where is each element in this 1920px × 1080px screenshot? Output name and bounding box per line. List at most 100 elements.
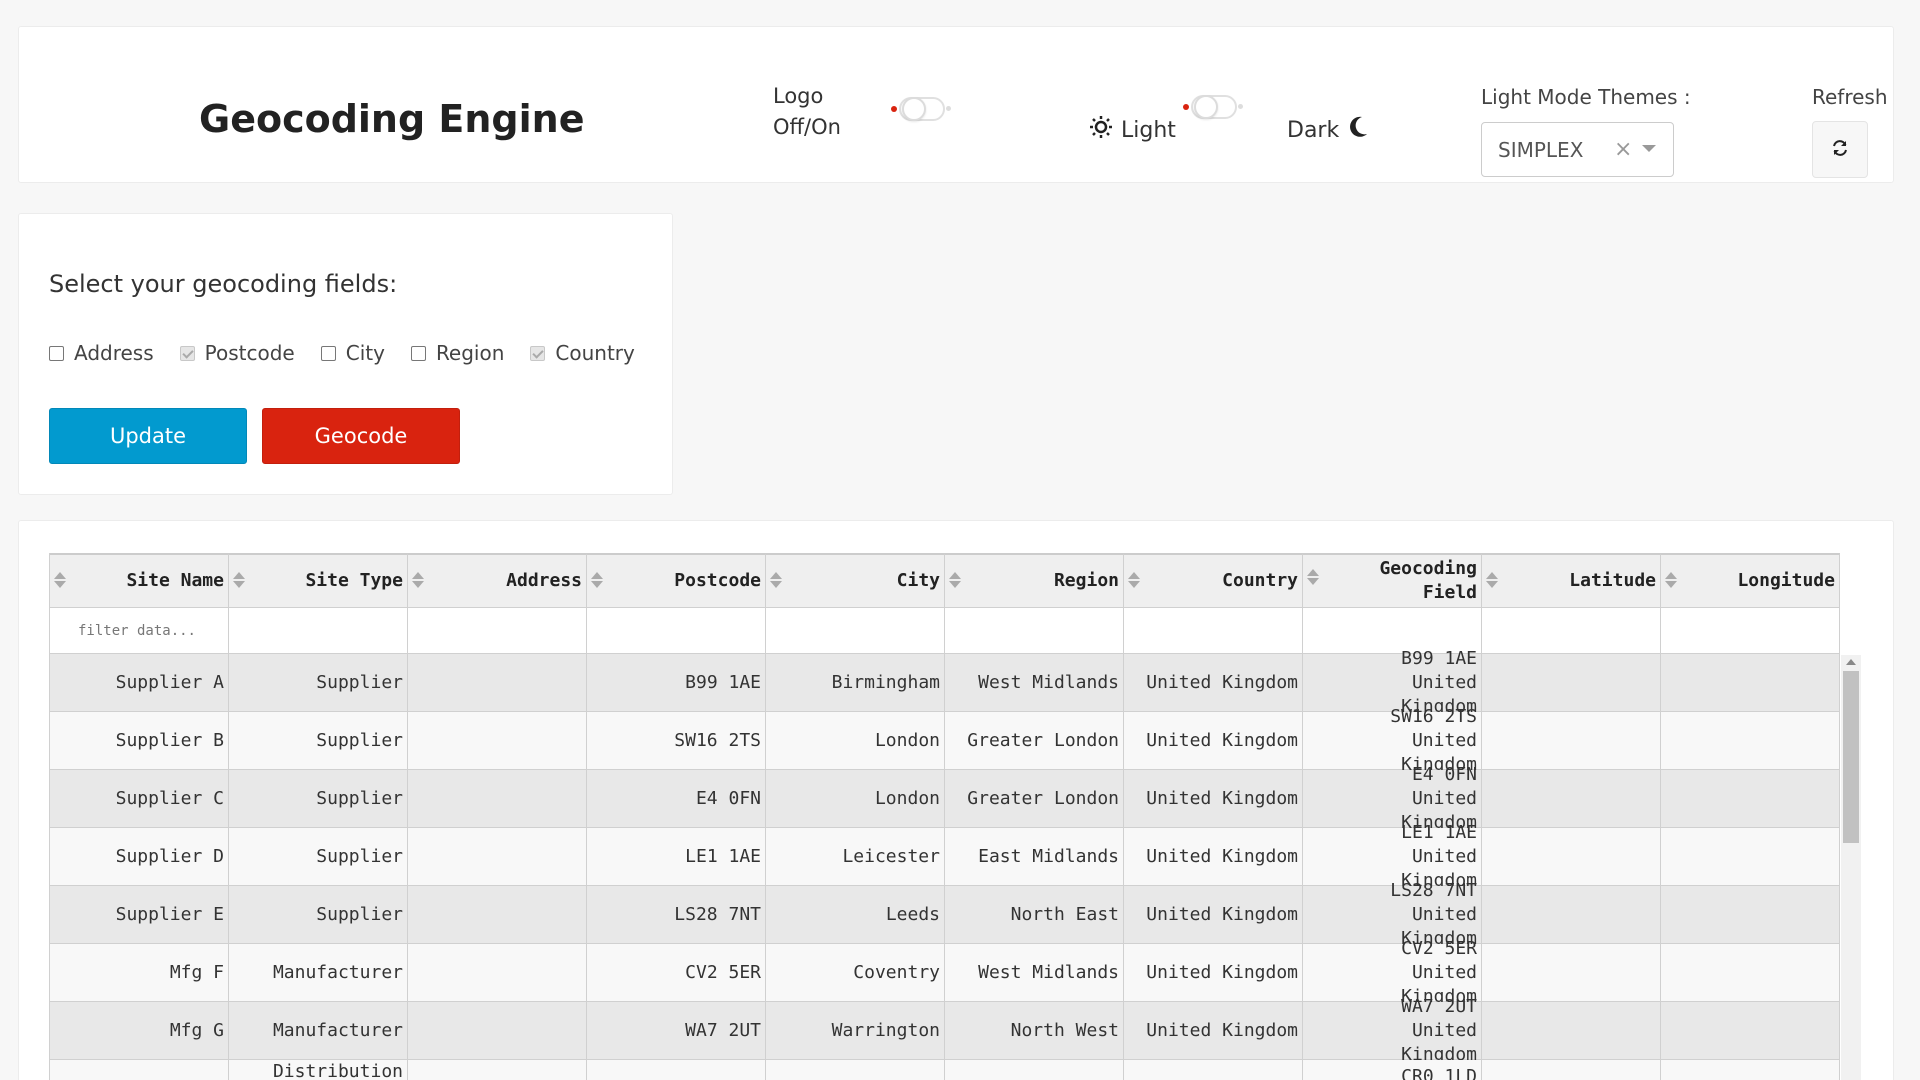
column-header[interactable]: Region bbox=[945, 553, 1124, 608]
table-cell[interactable] bbox=[1482, 828, 1661, 886]
table-cell[interactable]: Leeds bbox=[766, 886, 945, 944]
table-cell[interactable] bbox=[408, 654, 587, 712]
table-cell[interactable]: Supplier B bbox=[50, 712, 229, 770]
table-cell[interactable]: LS28 7NT United Kingdom bbox=[1303, 880, 1482, 949]
checkbox-box[interactable] bbox=[320, 345, 336, 361]
filter-input[interactable] bbox=[1661, 608, 1840, 654]
column-header[interactable]: Address bbox=[408, 553, 587, 608]
table-cell[interactable]: Supplier bbox=[229, 828, 408, 886]
table-cell[interactable] bbox=[1661, 654, 1840, 712]
table-cell[interactable]: West Midlands bbox=[945, 944, 1124, 1002]
table-cell[interactable] bbox=[1661, 944, 1840, 1002]
table-cell[interactable] bbox=[1661, 886, 1840, 944]
table-cell[interactable]: Birmingham bbox=[766, 654, 945, 712]
sort-icon[interactable] bbox=[412, 572, 424, 588]
sort-icon[interactable] bbox=[770, 572, 782, 588]
table-cell[interactable]: LS28 7NT bbox=[587, 886, 766, 944]
checkbox-address[interactable]: Address bbox=[49, 341, 154, 365]
filter-input[interactable] bbox=[587, 608, 766, 654]
table-cell[interactable]: Distribution bbox=[229, 1060, 408, 1080]
table-cell[interactable] bbox=[1482, 654, 1661, 712]
table-cell[interactable]: Mfg G bbox=[50, 1002, 229, 1060]
column-header[interactable]: Site Type bbox=[229, 553, 408, 608]
table-cell[interactable]: United Kingdom bbox=[1124, 828, 1303, 886]
theme-select[interactable]: SIMPLEX × bbox=[1481, 122, 1674, 177]
filter-input[interactable]: filter data... bbox=[50, 608, 229, 654]
column-header[interactable]: City bbox=[766, 553, 945, 608]
table-cell[interactable]: SW16 2TS United Kingdom bbox=[1303, 706, 1482, 775]
table-cell[interactable]: Supplier bbox=[229, 654, 408, 712]
table-cell[interactable]: London bbox=[766, 770, 945, 828]
table-cell[interactable] bbox=[408, 886, 587, 944]
column-header[interactable]: Longitude bbox=[1661, 553, 1840, 608]
clear-icon[interactable]: × bbox=[1614, 137, 1632, 162]
table-cell[interactable]: Supplier bbox=[229, 886, 408, 944]
table-cell[interactable] bbox=[408, 944, 587, 1002]
checkbox-box[interactable] bbox=[410, 345, 426, 361]
checkbox-box[interactable] bbox=[530, 345, 546, 361]
sort-icon[interactable] bbox=[1307, 569, 1319, 585]
table-cell[interactable] bbox=[408, 1060, 587, 1080]
sort-icon[interactable] bbox=[1128, 572, 1140, 588]
table-cell[interactable]: LE1 1AE bbox=[587, 828, 766, 886]
table-cell[interactable]: Manufacturer bbox=[229, 944, 408, 1002]
refresh-button[interactable] bbox=[1812, 121, 1868, 178]
table-cell[interactable]: WA7 2UT bbox=[587, 1002, 766, 1060]
table-cell[interactable]: Greater London bbox=[945, 1060, 1124, 1080]
table-cell[interactable]: London bbox=[766, 712, 945, 770]
table-cell[interactable] bbox=[1482, 1002, 1661, 1060]
table-scrollbar[interactable] bbox=[1841, 655, 1861, 1080]
table-cell[interactable] bbox=[1482, 712, 1661, 770]
column-header[interactable]: Latitude bbox=[1482, 553, 1661, 608]
table-cell[interactable]: Supplier E bbox=[50, 886, 229, 944]
table-cell[interactable] bbox=[1661, 828, 1840, 886]
table-cell[interactable]: North East bbox=[945, 886, 1124, 944]
table-cell[interactable]: Greater London bbox=[945, 770, 1124, 828]
sort-icon[interactable] bbox=[591, 572, 603, 588]
update-button[interactable]: Update bbox=[49, 408, 247, 464]
table-cell[interactable]: CV2 5ER bbox=[587, 944, 766, 1002]
table-cell[interactable]: DC 1 bbox=[50, 1060, 229, 1080]
table-cell[interactable] bbox=[1661, 1060, 1840, 1080]
filter-input[interactable] bbox=[766, 608, 945, 654]
sort-icon[interactable] bbox=[1665, 572, 1677, 588]
sort-icon[interactable] bbox=[949, 572, 961, 588]
logo-toggle-switch[interactable] bbox=[891, 95, 951, 123]
table-cell[interactable]: B99 1AE United Kingdom bbox=[1303, 648, 1482, 717]
table-cell[interactable]: CR0 1LD United bbox=[1303, 1060, 1482, 1080]
table-cell[interactable]: United Kingdom bbox=[1124, 712, 1303, 770]
checkbox-box[interactable] bbox=[179, 345, 195, 361]
table-cell[interactable]: United Kingdom bbox=[1124, 1002, 1303, 1060]
table-cell[interactable]: United Kingdom bbox=[1124, 944, 1303, 1002]
table-cell[interactable] bbox=[1482, 886, 1661, 944]
table-cell[interactable]: Manufacturer bbox=[229, 1002, 408, 1060]
table-cell[interactable]: United Kingdom bbox=[1124, 770, 1303, 828]
table-cell[interactable]: Greater London bbox=[945, 712, 1124, 770]
checkbox-country[interactable]: Country bbox=[530, 341, 635, 365]
table-cell[interactable] bbox=[1661, 1002, 1840, 1060]
table-cell[interactable]: United Kingdom bbox=[1124, 1060, 1303, 1080]
checkbox-region[interactable]: Region bbox=[410, 341, 504, 365]
table-cell[interactable] bbox=[408, 828, 587, 886]
checkbox-box[interactable] bbox=[49, 345, 64, 361]
table-cell[interactable]: Supplier D bbox=[50, 828, 229, 886]
scroll-up-arrow-icon[interactable] bbox=[1846, 659, 1856, 665]
table-cell[interactable]: Supplier bbox=[229, 712, 408, 770]
table-cell[interactable] bbox=[1661, 770, 1840, 828]
table-cell[interactable]: B99 1AE bbox=[587, 654, 766, 712]
chevron-down-icon[interactable] bbox=[1642, 145, 1656, 152]
table-cell[interactable]: London bbox=[766, 1060, 945, 1080]
table-cell[interactable]: United Kingdom bbox=[1124, 654, 1303, 712]
table-cell[interactable]: SW16 2TS bbox=[587, 712, 766, 770]
sort-icon[interactable] bbox=[233, 572, 245, 588]
table-cell[interactable]: North West bbox=[945, 1002, 1124, 1060]
table-cell[interactable] bbox=[1482, 1060, 1661, 1080]
filter-input[interactable] bbox=[408, 608, 587, 654]
table-cell[interactable] bbox=[408, 1002, 587, 1060]
table-cell[interactable] bbox=[408, 770, 587, 828]
table-cell[interactable] bbox=[1482, 944, 1661, 1002]
table-cell[interactable]: E4 0FN United Kingdom bbox=[1303, 764, 1482, 833]
checkbox-postcode[interactable]: Postcode bbox=[179, 341, 295, 365]
sort-icon[interactable] bbox=[54, 572, 66, 588]
table-cell[interactable]: CV2 5ER United Kingdom bbox=[1303, 938, 1482, 1007]
